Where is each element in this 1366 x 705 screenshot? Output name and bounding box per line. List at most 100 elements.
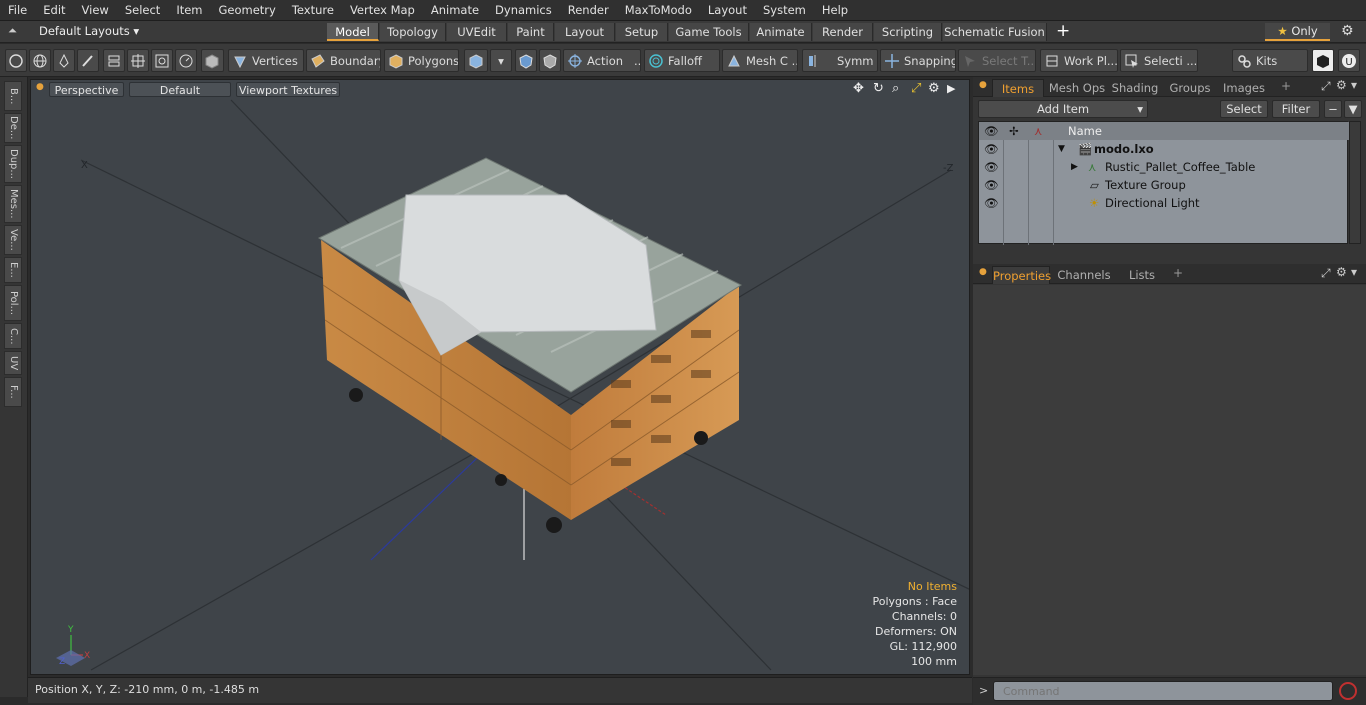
align-button[interactable] xyxy=(103,49,125,72)
list-item[interactable]: 👁 ▶ ⋏ Rustic_Pallet_Coffee_Table xyxy=(979,158,1349,176)
gear-icon[interactable]: ⚙ xyxy=(1336,265,1347,279)
kits-button[interactable]: Kits xyxy=(1232,49,1308,72)
add-panel-tab-button[interactable]: + xyxy=(1173,266,1183,280)
menu-item[interactable]: Item xyxy=(168,3,210,17)
menu-dynamics[interactable]: Dynamics xyxy=(487,3,560,17)
menu-maxtomodo[interactable]: MaxToModo xyxy=(617,3,700,17)
tab-items[interactable]: Items xyxy=(992,79,1044,97)
menu-animate[interactable]: Animate xyxy=(423,3,487,17)
gear-icon[interactable]: ⚙ xyxy=(1336,78,1347,92)
symmetry-y-button[interactable] xyxy=(539,49,561,72)
globe-button[interactable] xyxy=(29,49,51,72)
tab-properties[interactable]: Properties xyxy=(992,266,1051,284)
panel-dot-icon[interactable]: ● xyxy=(979,267,987,277)
expand-icon[interactable]: ⤢ xyxy=(1321,266,1331,281)
action-button[interactable]: Action ... xyxy=(563,49,641,72)
tab-game-tools[interactable]: Game Tools xyxy=(669,23,749,41)
tab-model[interactable]: Model xyxy=(327,23,379,41)
menu-help[interactable]: Help xyxy=(814,3,856,17)
add-tab-button[interactable]: + xyxy=(1056,21,1070,41)
vtab-fusion[interactable]: F... xyxy=(4,377,22,407)
expand-triangle-icon[interactable]: ▶ xyxy=(1071,158,1078,176)
only-toggle[interactable]: ★ Only xyxy=(1265,23,1330,41)
tab-shading[interactable]: Shading xyxy=(1109,79,1161,97)
chevron-right-icon[interactable]: ▶ xyxy=(947,82,955,95)
visibility-eye-icon[interactable]: 👁 xyxy=(984,140,999,158)
tab-scripting[interactable]: Scripting xyxy=(874,23,942,41)
menu-edit[interactable]: Edit xyxy=(35,3,73,17)
viewport-textures-dropdown[interactable]: Viewport Textures xyxy=(236,82,340,97)
chevron-down-icon[interactable]: ▾ xyxy=(1351,265,1357,279)
snap-grid-button[interactable] xyxy=(127,49,149,72)
material-dropdown[interactable]: ▾ xyxy=(490,49,512,72)
vertices-button[interactable]: Vertices xyxy=(228,49,304,72)
pen-button[interactable] xyxy=(53,49,75,72)
layout-collapse-icon[interactable]: ⏶ xyxy=(8,24,17,38)
selection-sets-button[interactable]: Selecti ... xyxy=(1120,49,1198,72)
funnel-button[interactable]: ▼ xyxy=(1344,100,1362,118)
visibility-eye-icon[interactable]: 👁 xyxy=(984,176,999,194)
tab-schematic-fusion[interactable]: Schematic Fusion xyxy=(943,23,1047,41)
select-button[interactable]: Select xyxy=(1220,100,1268,118)
vtab-vertex[interactable]: Ve... xyxy=(4,225,22,255)
add-panel-tab-button[interactable]: + xyxy=(1281,79,1291,93)
filter-button[interactable]: Filter xyxy=(1272,100,1320,118)
clock-button[interactable] xyxy=(175,49,197,72)
falloff-button[interactable]: Falloff xyxy=(644,49,720,72)
symmetry-x-button[interactable] xyxy=(515,49,537,72)
command-input[interactable] xyxy=(993,681,1333,701)
tab-uvedit[interactable]: UVEdit xyxy=(447,23,507,41)
unreal-button[interactable]: U xyxy=(1338,49,1360,72)
tab-animate[interactable]: Animate xyxy=(750,23,812,41)
tab-images[interactable]: Images xyxy=(1219,79,1269,97)
work-plane-button[interactable]: Work Pl... xyxy=(1040,49,1118,72)
modo-cube-button[interactable] xyxy=(1312,49,1334,72)
list-item[interactable]: 👁 ▱ Texture Group xyxy=(979,176,1349,194)
material-button[interactable] xyxy=(464,49,488,72)
shading-default-dropdown[interactable]: Default xyxy=(129,82,231,97)
boundary-button[interactable]: Boundary xyxy=(306,49,381,72)
panel-dot-icon[interactable]: ● xyxy=(979,80,987,90)
coffee-table-model[interactable] xyxy=(317,157,743,533)
vtab-deform[interactable]: De... xyxy=(4,113,22,143)
visibility-eye-icon[interactable]: 👁 xyxy=(984,194,999,212)
tab-groups[interactable]: Groups xyxy=(1164,79,1216,97)
rotate-view-icon[interactable]: ↻ xyxy=(873,81,884,96)
items-mode-button[interactable] xyxy=(201,49,224,72)
tab-setup[interactable]: Setup xyxy=(616,23,668,41)
tab-paint[interactable]: Paint xyxy=(508,23,554,41)
move-view-icon[interactable]: ✥ xyxy=(853,81,864,96)
select-through-button[interactable]: Select T... xyxy=(958,49,1036,72)
menu-vertex-map[interactable]: Vertex Map xyxy=(342,3,423,17)
perspective-dropdown[interactable]: Perspective xyxy=(49,82,124,97)
expand-triangle-icon[interactable]: ▼ xyxy=(1058,140,1065,158)
brush-button[interactable] xyxy=(77,49,99,72)
menu-geometry[interactable]: Geometry xyxy=(211,3,284,17)
menu-view[interactable]: View xyxy=(74,3,117,17)
name-column-header[interactable]: Name xyxy=(1068,122,1102,140)
select-circle-button[interactable] xyxy=(5,49,27,72)
vtab-edge[interactable]: E... xyxy=(4,257,22,283)
list-item[interactable]: 👁 ▼ 🎬 modo.lxo xyxy=(979,140,1349,158)
tab-mesh-ops[interactable]: Mesh Ops xyxy=(1048,79,1106,97)
item-list-scrollbar[interactable] xyxy=(1349,121,1361,244)
3d-viewport[interactable]: X -Z Y X Z ● Perspective Default Viewpor… xyxy=(30,79,970,675)
mesh-constraint-button[interactable]: Mesh C ... xyxy=(722,49,798,72)
chevron-down-icon[interactable]: ▾ xyxy=(1351,78,1357,92)
vtab-polygon[interactable]: Pol... xyxy=(4,285,22,321)
snapping-button[interactable]: Snapping xyxy=(880,49,956,72)
frame-button[interactable] xyxy=(151,49,173,72)
list-item[interactable]: 👁 ☀ Directional Light xyxy=(979,194,1349,212)
viewport-dot-icon[interactable]: ● xyxy=(36,82,44,92)
vtab-curve[interactable]: C... xyxy=(4,323,22,349)
visibility-eye-icon[interactable]: 👁 xyxy=(984,158,999,176)
vtab-uv[interactable]: UV xyxy=(4,351,22,375)
fit-view-icon[interactable]: ⤢ xyxy=(911,81,921,96)
menu-system[interactable]: System xyxy=(755,3,814,17)
menu-select[interactable]: Select xyxy=(117,3,168,17)
vtab-basic[interactable]: B... xyxy=(4,81,22,111)
add-item-button[interactable]: Add Item ▾ xyxy=(978,100,1148,118)
layouts-dropdown[interactable]: Default Layouts ▾ xyxy=(39,24,139,38)
zoom-view-icon[interactable]: ⌕ xyxy=(892,81,899,96)
expand-icon[interactable]: ⤢ xyxy=(1321,79,1331,94)
